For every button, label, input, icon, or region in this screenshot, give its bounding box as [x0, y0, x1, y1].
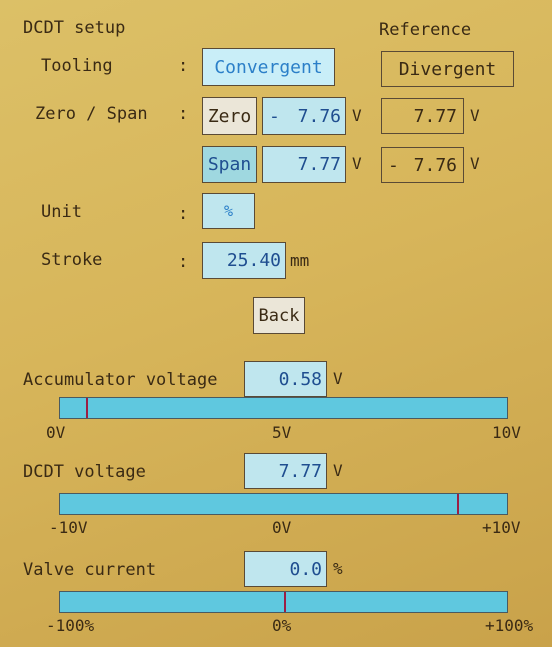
reference-heading: Reference — [379, 20, 472, 40]
tooling-reference-value: Divergent — [381, 51, 514, 87]
accumulator-voltage-field: 0.58 — [244, 361, 327, 397]
stroke-colon: : — [178, 252, 189, 272]
ref-zero-unit: V — [470, 106, 480, 125]
dcdt-scale-mid: 0V — [272, 518, 292, 537]
zero-span-label: Zero / Span — [35, 104, 148, 124]
zero-value-field[interactable]: - 7.76 — [262, 97, 346, 135]
dcdt-voltage-label: DCDT voltage — [23, 462, 146, 482]
unit-colon: : — [178, 204, 189, 224]
accumulator-scale-min: 0V — [46, 423, 66, 442]
span-value-unit: V — [352, 154, 362, 173]
dcdt-setup-screen: DCDT setup Reference Tooling : Convergen… — [0, 0, 552, 647]
valve-current-marker — [283, 592, 286, 612]
accumulator-scale-mid: 5V — [272, 423, 292, 442]
page-title: DCDT setup — [23, 18, 126, 38]
zero-value-sign: - — [269, 105, 280, 127]
valve-scale-max: +100% — [485, 616, 534, 635]
tooling-convergent-button[interactable]: Convergent — [202, 48, 335, 86]
tooling-colon: : — [178, 56, 189, 76]
stroke-unit: mm — [290, 251, 310, 270]
span-button[interactable]: Span — [202, 146, 257, 183]
dcdt-voltage-unit: V — [333, 461, 343, 480]
ref-span-value: - 7.76 — [381, 147, 464, 183]
dcdt-scale-min: -10V — [49, 518, 88, 537]
accumulator-voltage-unit: V — [333, 369, 343, 388]
tooling-label: Tooling — [41, 56, 113, 76]
dcdt-voltage-field: 7.77 — [244, 453, 327, 489]
ref-zero-value: 7.77 — [381, 98, 464, 134]
ref-span-sign: - — [388, 154, 399, 176]
zero-span-colon: : — [178, 104, 189, 124]
unit-label: Unit — [41, 202, 82, 222]
valve-current-unit: % — [333, 559, 343, 578]
unit-select-button[interactable]: % — [202, 193, 255, 229]
valve-scale-min: -100% — [46, 616, 95, 635]
dcdt-scale-max: +10V — [482, 518, 521, 537]
ref-span-text: 7.76 — [413, 154, 457, 176]
stroke-label: Stroke — [41, 250, 103, 270]
span-value-field[interactable]: 7.77 — [262, 146, 346, 183]
zero-button[interactable]: Zero — [202, 97, 257, 135]
accumulator-voltage-marker — [85, 398, 88, 418]
valve-current-field: 0.0 — [244, 551, 327, 587]
zero-value-unit: V — [352, 106, 362, 125]
accumulator-scale-max: 10V — [492, 423, 521, 442]
valve-current-bar — [59, 591, 508, 613]
ref-span-unit: V — [470, 154, 480, 173]
stroke-value-field[interactable]: 25.40 — [202, 242, 286, 279]
back-button[interactable]: Back — [253, 297, 305, 334]
accumulator-voltage-bar — [59, 397, 508, 419]
dcdt-voltage-marker — [457, 494, 460, 514]
zero-value-text: 7.76 — [297, 105, 341, 127]
valve-scale-mid: 0% — [272, 616, 292, 635]
dcdt-voltage-bar — [59, 493, 508, 515]
accumulator-voltage-label: Accumulator voltage — [23, 370, 218, 390]
valve-current-label: Valve current — [23, 560, 157, 580]
